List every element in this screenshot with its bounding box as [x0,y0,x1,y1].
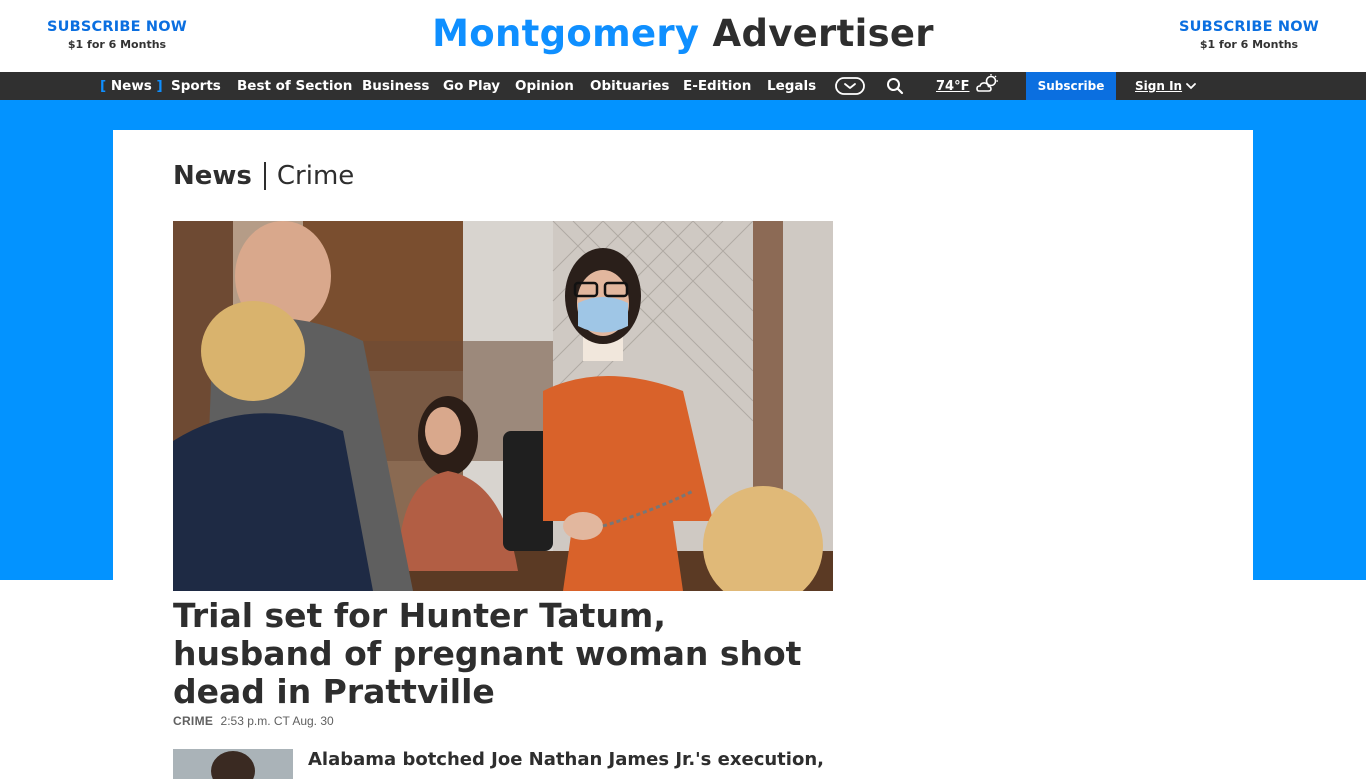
lead-story-image[interactable] [173,221,833,591]
second-story-thumbnail[interactable] [173,749,293,779]
logo-part-advertiser[interactable]: Advertiser [713,12,934,55]
lead-story-timestamp: 2:53 p.m. CT Aug. 30 [220,714,334,728]
nav-item-obituaries[interactable]: Obituaries [590,72,669,100]
subscribe-promo-title[interactable]: SUBSCRIBE NOW [1159,19,1339,35]
logo-part-montgomery[interactable]: Montgomery [432,12,699,55]
partly-cloudy-icon [975,73,1001,99]
nav-item-news[interactable]: [ News ] [100,72,163,100]
chevron-down-icon [1186,83,1196,90]
more-chevron-icon[interactable] [835,72,865,100]
site-header: SUBSCRIBE NOW $1 for 6 Months Montgomery… [0,0,1366,72]
subscribe-button[interactable]: Subscribe [1026,72,1116,100]
main-nav: [ News ] Sports Best of Section Business… [0,72,1366,100]
lead-story-headline[interactable]: Trial set for Hunter Tatum, husband of p… [173,597,833,711]
subsection-name[interactable]: Crime [277,161,354,191]
section-heading: News Crime [173,160,354,192]
nav-item-label[interactable]: News [111,78,152,94]
section-name[interactable]: News [173,161,252,191]
nav-item-legals[interactable]: Legals [767,72,816,100]
lead-story-tag[interactable]: CRIME [173,714,213,728]
sign-in-menu[interactable]: Sign In [1135,72,1196,100]
active-bracket-open: [ [100,78,107,94]
subscribe-promo-price[interactable]: $1 for 6 Months [1159,38,1339,51]
nav-item-sports[interactable]: Sports [171,72,221,100]
subscribe-promo-right[interactable]: SUBSCRIBE NOW $1 for 6 Months [1159,19,1339,51]
weather-widget[interactable]: 74°F [936,72,1001,100]
active-bracket-close: ] [156,78,163,94]
lead-story-meta: CRIME 2:53 p.m. CT Aug. 30 [173,714,334,728]
section-divider [263,162,266,190]
nav-item-opinion[interactable]: Opinion [515,72,574,100]
nav-item-business[interactable]: Business [362,72,429,100]
sign-in-label[interactable]: Sign In [1135,79,1182,93]
nav-item-go-play[interactable]: Go Play [443,72,500,100]
weather-temperature[interactable]: 74°F [936,79,969,94]
nav-item-e-edition[interactable]: E-Edition [683,72,751,100]
search-icon[interactable] [886,72,904,100]
nav-item-best-of-section[interactable]: Best of Section [237,72,352,100]
